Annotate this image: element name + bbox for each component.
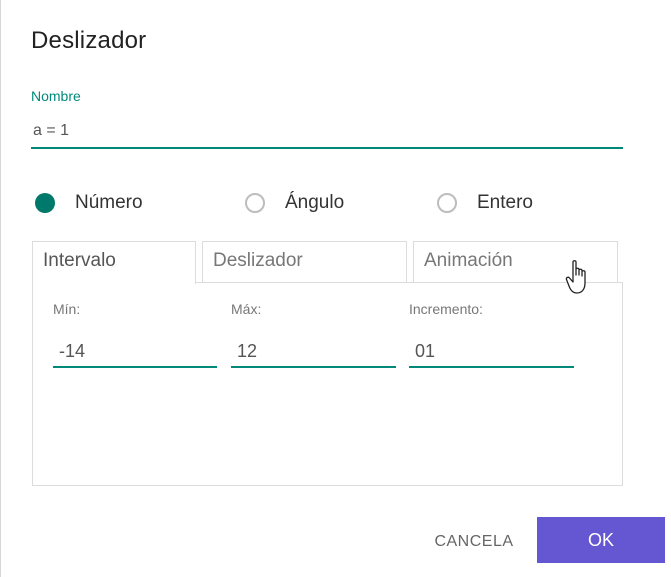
radio-number-label: Número — [75, 192, 143, 213]
radio-number-dot[interactable] — [35, 193, 55, 213]
step-label: Incremento: — [409, 301, 483, 317]
hand-pointer-icon — [565, 260, 586, 294]
tab-slider[interactable]: Deslizador — [202, 241, 407, 283]
slider-dialog: Deslizador Nombre Número Ángulo Entero I… — [0, 0, 671, 577]
ok-button[interactable]: OK — [537, 517, 665, 563]
cancel-button[interactable]: CANCELA — [421, 520, 527, 564]
name-input[interactable] — [31, 115, 623, 149]
radio-angle[interactable]: Ángulo — [245, 188, 344, 218]
radio-integer-dot[interactable] — [437, 193, 457, 213]
name-label: Nombre — [31, 88, 81, 104]
interval-panel — [32, 282, 623, 486]
dialog-title: Deslizador — [31, 27, 147, 54]
radio-angle-dot[interactable] — [245, 193, 265, 213]
max-input[interactable] — [231, 337, 396, 368]
tab-interval[interactable]: Intervalo — [32, 241, 196, 284]
min-label: Mín: — [53, 301, 81, 317]
max-label: Máx: — [231, 301, 262, 317]
radio-number[interactable]: Número — [35, 188, 143, 218]
radio-integer-label: Entero — [477, 192, 533, 213]
radio-integer[interactable]: Entero — [437, 188, 533, 218]
min-input[interactable] — [53, 337, 217, 368]
step-input[interactable] — [409, 337, 574, 368]
radio-angle-label: Ángulo — [285, 192, 345, 213]
